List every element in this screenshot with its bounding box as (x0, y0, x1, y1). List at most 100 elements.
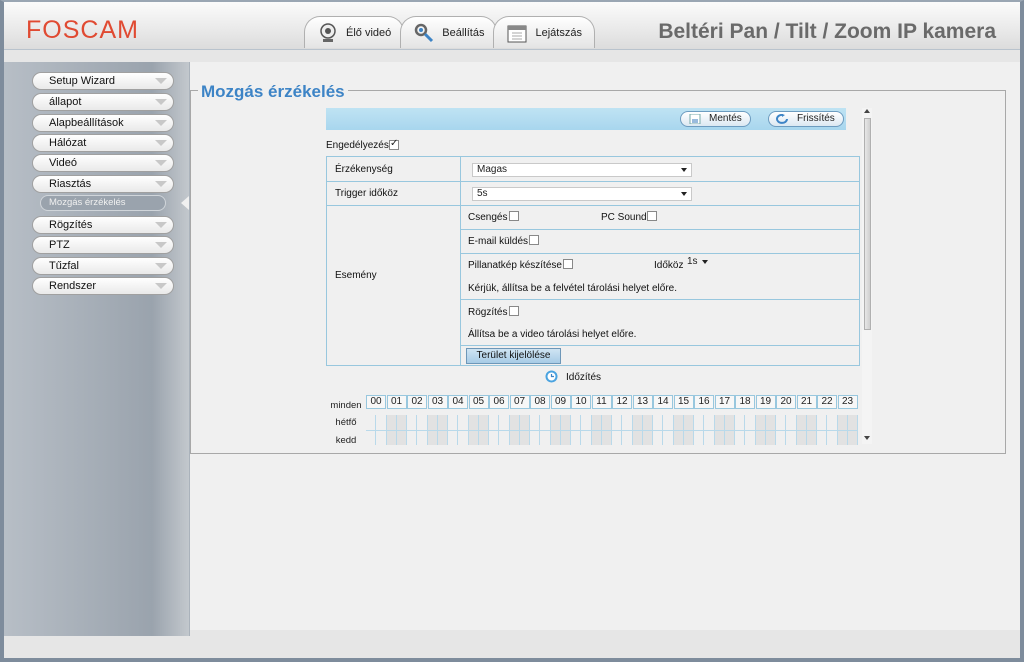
schedule-slot[interactable] (581, 415, 592, 431)
schedule-slot[interactable] (653, 431, 664, 445)
schedule-hour-02[interactable]: 02 (407, 395, 427, 409)
schedule-day-label[interactable]: hétfő (326, 415, 366, 431)
pc-sound-checkbox[interactable] (647, 211, 657, 221)
schedule-hour-16[interactable]: 16 (694, 395, 714, 409)
schedule-hour-14[interactable]: 14 (653, 395, 673, 409)
schedule-hour-17[interactable]: 17 (714, 395, 735, 409)
scrollbar-thumb[interactable] (864, 118, 871, 330)
schedule-slot[interactable] (376, 431, 387, 445)
schedule-slot[interactable] (837, 431, 848, 445)
schedule-slot[interactable] (837, 415, 848, 431)
schedule-slot[interactable] (642, 431, 653, 445)
schedule-slot[interactable] (796, 431, 807, 445)
schedule-slot[interactable] (673, 415, 684, 431)
schedule-slot[interactable] (806, 431, 817, 445)
schedule-slot[interactable] (683, 431, 694, 445)
schedule-hour-04[interactable]: 04 (448, 395, 468, 409)
schedule-hour-11[interactable]: 11 (591, 395, 612, 409)
schedule-hour-22[interactable]: 22 (817, 395, 837, 409)
schedule-slot[interactable] (550, 415, 561, 431)
refresh-button[interactable]: Frissítés (768, 111, 844, 127)
schedule-slot[interactable] (448, 415, 459, 431)
schedule-slot[interactable] (407, 415, 418, 431)
schedule-slot[interactable] (427, 431, 438, 445)
schedule-slot[interactable] (499, 431, 510, 445)
schedule-slot[interactable] (550, 431, 561, 445)
schedule-slot[interactable] (427, 415, 438, 431)
schedule-day-label[interactable]: kedd (326, 433, 366, 445)
schedule-slot[interactable] (735, 431, 746, 445)
sidebar-item-ptz[interactable]: PTZ (32, 236, 174, 254)
schedule-slot[interactable] (407, 431, 418, 445)
schedule-slot[interactable] (509, 431, 520, 445)
schedule-slot[interactable] (776, 431, 787, 445)
schedule-slot[interactable] (755, 431, 766, 445)
schedule-slot[interactable] (417, 431, 428, 445)
schedule-slot[interactable] (560, 415, 571, 431)
schedule-hour-19[interactable]: 19 (755, 395, 776, 409)
ring-checkbox[interactable] (509, 211, 519, 221)
schedule-slot[interactable] (817, 431, 828, 445)
schedule-hour-20[interactable]: 20 (776, 395, 796, 409)
schedule-hour-12[interactable]: 12 (612, 395, 632, 409)
schedule-hour-18[interactable]: 18 (735, 395, 755, 409)
schedule-slot[interactable] (632, 431, 643, 445)
sidebar-item-network[interactable]: Hálózat (32, 134, 174, 152)
sidebar-item-record[interactable]: Rögzítés (32, 216, 174, 234)
schedule-slot[interactable] (437, 431, 448, 445)
schedule-slot[interactable] (806, 415, 817, 431)
sidebar-item-status[interactable]: állapot (32, 93, 174, 111)
schedule-slot[interactable] (612, 431, 623, 445)
schedule-slot[interactable] (683, 415, 694, 431)
tab-playback[interactable]: Lejátszás (493, 16, 595, 48)
schedule-slot[interactable] (571, 415, 582, 431)
scroll-up-icon[interactable] (864, 109, 870, 113)
schedule-hour-10[interactable]: 10 (571, 395, 591, 409)
schedule-slot[interactable] (458, 415, 469, 431)
schedule-slot[interactable] (509, 415, 520, 431)
schedule-slot[interactable] (786, 415, 797, 431)
schedule-slot[interactable] (591, 415, 602, 431)
schedule-slot[interactable] (386, 431, 397, 445)
sidebar-item-alarm[interactable]: Riasztás (32, 175, 174, 193)
schedule-slot[interactable] (642, 415, 653, 431)
schedule-slot[interactable] (530, 431, 541, 445)
schedule-slot[interactable] (796, 415, 807, 431)
schedule-slot[interactable] (417, 415, 428, 431)
schedule-slot[interactable] (704, 431, 715, 445)
schedule-slot[interactable] (776, 415, 787, 431)
schedule-slot[interactable] (560, 431, 571, 445)
schedule-slot[interactable] (704, 415, 715, 431)
schedule-slot[interactable] (745, 431, 756, 445)
sidebar-item-firewall[interactable]: Tűzfal (32, 257, 174, 275)
scroll-down-icon[interactable] (864, 436, 870, 440)
schedule-slot[interactable] (847, 415, 858, 431)
schedule-slot[interactable] (622, 415, 633, 431)
schedule-slot[interactable] (366, 431, 377, 445)
schedule-slot[interactable] (817, 415, 828, 431)
sidebar-item-setup-wizard[interactable]: Setup Wizard (32, 72, 174, 90)
schedule-hour-23[interactable]: 23 (837, 395, 858, 409)
schedule-slot[interactable] (694, 415, 705, 431)
schedule-hour-13[interactable]: 13 (632, 395, 653, 409)
tab-live-video[interactable]: Élő videó (304, 16, 405, 48)
schedule-slot[interactable] (786, 431, 797, 445)
schedule-slot[interactable] (581, 431, 592, 445)
schedule-hour-03[interactable]: 03 (427, 395, 448, 409)
schedule-slot[interactable] (673, 431, 684, 445)
sensitivity-select[interactable]: Magas (472, 163, 692, 177)
schedule-slot[interactable] (847, 431, 858, 445)
schedule-hour-05[interactable]: 05 (468, 395, 489, 409)
schedule-hour-01[interactable]: 01 (386, 395, 407, 409)
schedule-slot[interactable] (437, 415, 448, 431)
schedule-slot[interactable] (765, 415, 776, 431)
schedule-slot[interactable] (663, 431, 674, 445)
schedule-slot[interactable] (458, 431, 469, 445)
schedule-slot[interactable] (519, 415, 530, 431)
schedule-hour-08[interactable]: 08 (530, 395, 550, 409)
schedule-slot[interactable] (653, 415, 664, 431)
schedule-slot[interactable] (478, 431, 489, 445)
sidebar-subitem-motion-detection[interactable]: Mozgás érzékelés (40, 195, 166, 211)
schedule-slot[interactable] (622, 431, 633, 445)
schedule-slot[interactable] (396, 431, 407, 445)
